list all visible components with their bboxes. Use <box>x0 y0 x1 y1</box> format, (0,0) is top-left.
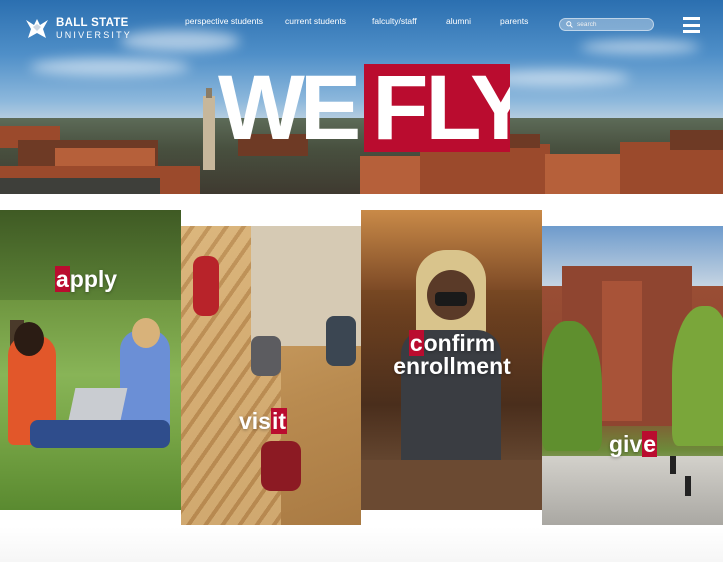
search-input[interactable] <box>577 21 647 28</box>
nav-current-students[interactable]: current students <box>285 16 346 26</box>
brand-name: BALL STATE <box>56 17 129 30</box>
tile-confirm-enrollment[interactable]: confirm enrollment <box>361 210 542 510</box>
tile-apply[interactable]: apply <box>0 210 181 510</box>
tile-apply-label: apply <box>55 266 118 292</box>
tile-give-label: give <box>609 431 658 457</box>
page-footer-area <box>0 527 723 562</box>
hamburger-menu-icon[interactable] <box>683 17 700 33</box>
nav-parents[interactable]: parents <box>500 16 528 26</box>
tile-visit-label: visit <box>239 408 288 434</box>
brand-subtitle: UNIVERSITY <box>56 29 133 40</box>
search-box[interactable] <box>559 18 654 31</box>
hero-word-fly: FLY <box>364 64 511 152</box>
search-icon <box>566 21 573 28</box>
university-logo[interactable]: BALL STATE UNIVERSITY <box>24 16 132 42</box>
nav-faculty-staff[interactable]: falculty/staff <box>372 16 417 26</box>
cardinal-logo-icon <box>26 19 48 38</box>
tile-give[interactable]: give <box>542 226 723 525</box>
hero-headline: WE FLY <box>218 57 511 159</box>
tile-confirm-label: confirm enrollment <box>393 330 511 379</box>
tile-visit[interactable]: visit <box>181 226 361 525</box>
nav-alumni[interactable]: alumni <box>446 16 471 26</box>
hero-banner: BALL STATE UNIVERSITY perspective studen… <box>0 0 723 194</box>
hero-word-we: WE <box>218 57 361 159</box>
nav-perspective-students[interactable]: perspective students <box>185 16 263 26</box>
